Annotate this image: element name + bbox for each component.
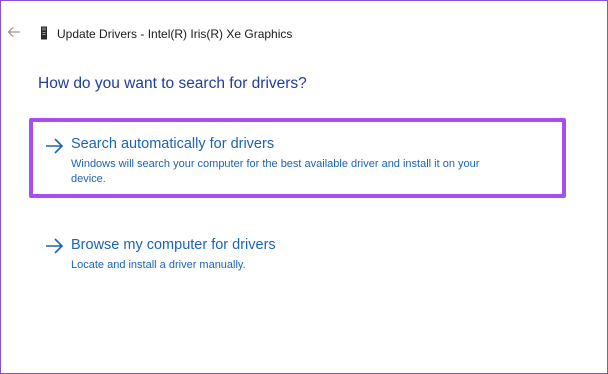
title-bar: Update Drivers - Intel(R) Iris(R) Xe Gra…: [1, 1, 607, 41]
arrow-right-icon: [46, 238, 64, 254]
update-drivers-window: Update Drivers - Intel(R) Iris(R) Xe Gra…: [0, 0, 608, 374]
display-adapter-icon: [41, 26, 47, 40]
browse-computer-description: Locate and install a driver manually.: [71, 259, 246, 271]
page-heading: How do you want to search for drivers?: [38, 75, 307, 92]
search-automatically-title[interactable]: Search automatically for drivers: [71, 136, 274, 152]
back-button[interactable]: [7, 25, 21, 39]
window-title: Update Drivers - Intel(R) Iris(R) Xe Gra…: [57, 27, 293, 41]
search-automatically-description: Windows will search your computer for th…: [71, 158, 480, 185]
back-arrow-icon: [7, 27, 20, 37]
arrow-right-icon: [46, 138, 64, 154]
browse-computer-title[interactable]: Browse my computer for drivers: [71, 237, 276, 253]
